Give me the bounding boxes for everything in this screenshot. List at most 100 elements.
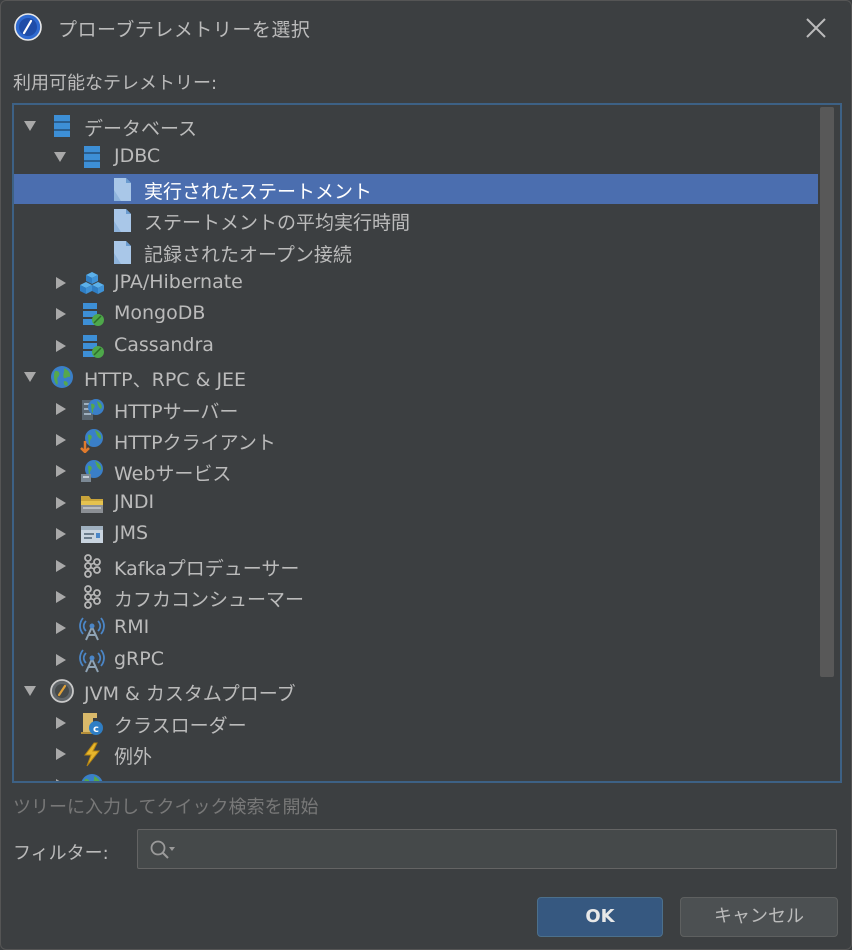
tree-row[interactable]: RMI bbox=[14, 613, 818, 643]
kafka-icon bbox=[84, 553, 101, 578]
tree-node-label: JPA/Hibernate bbox=[114, 271, 243, 293]
tree-node-label: JMS bbox=[114, 522, 149, 545]
document-icon bbox=[114, 240, 131, 264]
tree-node-label: JVM & カスタムプローブ bbox=[84, 683, 296, 706]
database-leaf-icon bbox=[83, 334, 104, 358]
collapse-arrow-icon[interactable] bbox=[52, 526, 68, 542]
collapse-arrow-icon[interactable] bbox=[52, 620, 68, 636]
tree-node-label: RMI bbox=[114, 616, 150, 639]
expand-arrow-icon[interactable] bbox=[22, 683, 38, 699]
tree-node-label: データベース bbox=[84, 118, 198, 140]
collapse-arrow-icon[interactable] bbox=[52, 495, 68, 511]
cancel-button[interactable]: キャンセル bbox=[680, 897, 838, 937]
gauge-icon bbox=[50, 679, 74, 704]
server-globe-icon bbox=[82, 398, 104, 420]
tree-row[interactable]: MongoDB bbox=[14, 299, 818, 329]
tree-row[interactable]: gRPC bbox=[14, 645, 818, 675]
tree-row[interactable]: Cassandra bbox=[14, 331, 818, 361]
collapse-arrow-icon[interactable] bbox=[52, 463, 68, 479]
collapse-arrow-icon[interactable] bbox=[52, 558, 68, 574]
tree-row[interactable]: Webサービス bbox=[14, 456, 818, 486]
tree-row[interactable]: HTTP、RPC & JEE bbox=[14, 362, 818, 392]
filter-field[interactable] bbox=[137, 829, 837, 869]
expand-arrow-icon[interactable] bbox=[52, 149, 68, 165]
scrollbar-thumb[interactable] bbox=[820, 107, 834, 677]
lightning-icon bbox=[84, 742, 101, 767]
available-telemetries-label: 利用可能なテレメトリー: bbox=[13, 73, 218, 94]
filter-input[interactable] bbox=[182, 834, 826, 866]
tree-node-label: 実行されたステートメント bbox=[144, 180, 373, 203]
tree-node-label: ステートメントの平均実行時間 bbox=[144, 212, 411, 235]
collapse-arrow-icon[interactable] bbox=[52, 777, 68, 781]
collapse-arrow-icon[interactable] bbox=[52, 746, 68, 762]
title-bar: プローブテレメトリーを選択 bbox=[1, 1, 851, 55]
collapse-arrow-icon[interactable] bbox=[52, 275, 68, 291]
expand-arrow-icon[interactable] bbox=[22, 369, 38, 385]
tree-row[interactable]: c クラスローダー bbox=[14, 708, 818, 738]
close-icon[interactable] bbox=[801, 13, 831, 43]
tree-row[interactable] bbox=[14, 770, 818, 781]
tree-row[interactable]: JMS bbox=[14, 519, 818, 549]
kafka-icon bbox=[84, 585, 101, 609]
app-logo-icon bbox=[14, 13, 42, 41]
tree-row[interactable]: 例外 bbox=[14, 739, 818, 769]
tree-node-label: HTTPサーバー bbox=[114, 400, 239, 423]
svg-text:c: c bbox=[93, 724, 99, 735]
collapse-arrow-icon[interactable] bbox=[52, 589, 68, 605]
classloader-icon: c bbox=[81, 712, 103, 735]
tree-node-label: Cassandra bbox=[114, 333, 214, 356]
database-leaf-icon bbox=[83, 303, 104, 327]
collapse-arrow-icon[interactable] bbox=[52, 432, 68, 448]
ok-button[interactable]: OK bbox=[537, 897, 663, 937]
collapse-arrow-icon[interactable] bbox=[52, 715, 68, 731]
tree-row[interactable]: HTTPクライアント bbox=[14, 425, 818, 455]
tree-node-label: gRPC bbox=[114, 647, 164, 670]
vertical-scrollbar[interactable] bbox=[818, 105, 836, 781]
quick-search-hint: ツリーに入力してクイック検索を開始 bbox=[13, 797, 319, 818]
tree-node-label: 記録されたオープン接続 bbox=[144, 243, 352, 266]
webservice-icon bbox=[81, 460, 103, 483]
tree-row[interactable]: JDBC bbox=[14, 142, 818, 172]
tree-node-label: HTTPクライアント bbox=[114, 432, 276, 454]
client-globe-icon bbox=[80, 429, 103, 453]
tree-node-label: JDBC bbox=[114, 145, 161, 168]
tree-node-label: HTTP、RPC & JEE bbox=[84, 369, 247, 392]
tree-node-label: MongoDB bbox=[114, 302, 206, 325]
collapse-arrow-icon[interactable] bbox=[52, 338, 68, 354]
filter-label: フィルター: bbox=[13, 843, 109, 864]
tree-row[interactable]: JNDI bbox=[14, 488, 818, 518]
collapse-arrow-icon[interactable] bbox=[52, 652, 68, 668]
probe-telemetry-dialog: プローブテレメトリーを選択 利用可能なテレメトリー: データベース JDBC 実行さ… bbox=[0, 0, 852, 950]
tree-row[interactable]: 記録されたオープン接続 bbox=[14, 237, 818, 267]
database-icon bbox=[84, 146, 100, 169]
tree-row[interactable]: カフカコンシューマー bbox=[14, 582, 818, 612]
tree-row[interactable]: JPA/Hibernate bbox=[14, 268, 818, 298]
collapse-arrow-icon[interactable] bbox=[52, 401, 68, 417]
tree-row[interactable]: データベース bbox=[14, 111, 818, 141]
tree-row[interactable]: Kafkaプロデューサー bbox=[14, 551, 818, 581]
search-dropdown-icon[interactable] bbox=[148, 839, 178, 861]
message-icon bbox=[81, 526, 103, 544]
telemetry-tree[interactable]: データベース JDBC 実行されたステートメントステートメントの平均実行時間 記録され… bbox=[12, 103, 842, 783]
tree-row[interactable]: 実行されたステートメント bbox=[14, 173, 818, 204]
tree-node-label: カフカコンシューマー bbox=[114, 589, 305, 611]
tree-row[interactable]: JVM & カスタムプローブ bbox=[14, 676, 818, 706]
tree-viewport[interactable]: データベース JDBC 実行されたステートメントステートメントの平均実行時間 記録され… bbox=[14, 105, 818, 781]
collapse-arrow-icon[interactable] bbox=[52, 306, 68, 322]
antenna-icon bbox=[79, 649, 105, 673]
document-icon bbox=[114, 209, 131, 233]
tree-node-label: Kafkaプロデューサー bbox=[114, 557, 300, 580]
globe-icon bbox=[51, 366, 73, 389]
tree-row[interactable]: ステートメントの平均実行時間 bbox=[14, 205, 818, 235]
tree-node-label: クラスローダー bbox=[114, 714, 247, 737]
database-icon bbox=[54, 115, 70, 137]
tree-row[interactable]: HTTPサーバー bbox=[14, 394, 818, 424]
dialog-title: プローブテレメトリーを選択 bbox=[58, 19, 311, 41]
antenna-icon bbox=[79, 617, 105, 641]
cubes-icon bbox=[80, 272, 104, 294]
folder-icon bbox=[81, 495, 103, 513]
document-icon bbox=[114, 177, 131, 201]
tree-node-label: JNDI bbox=[114, 490, 155, 513]
expand-arrow-icon[interactable] bbox=[22, 118, 38, 134]
tree-node-label: 例外 bbox=[114, 746, 153, 768]
